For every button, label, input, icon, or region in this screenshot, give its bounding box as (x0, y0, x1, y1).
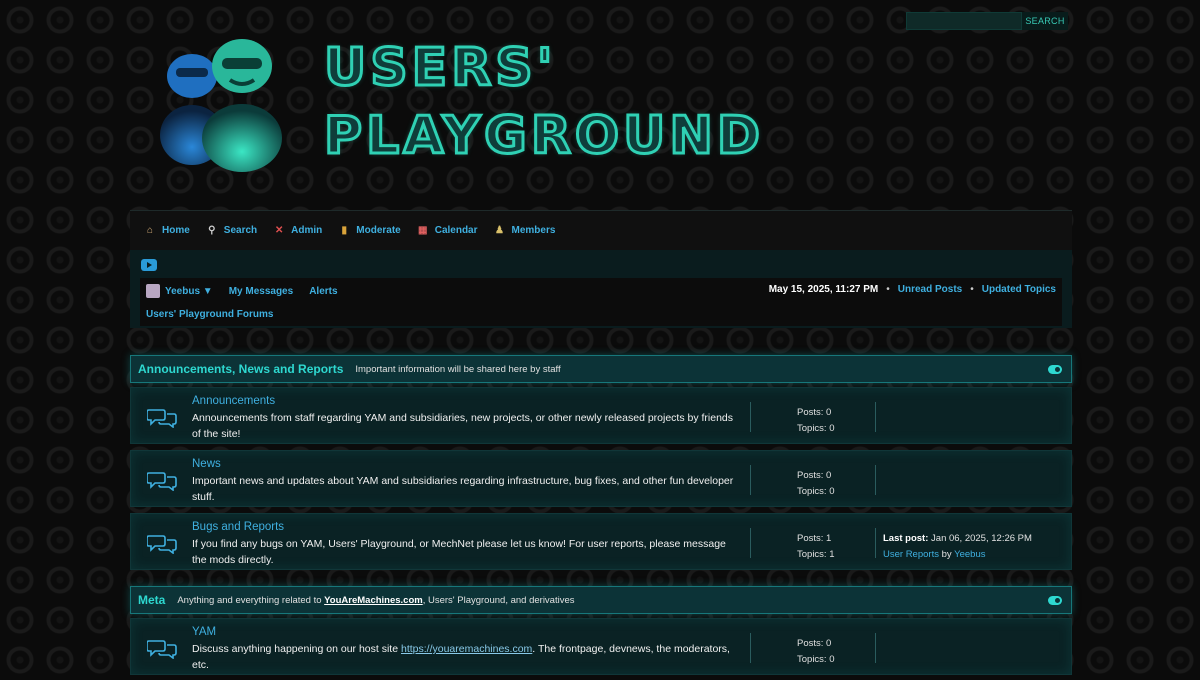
youaremachines-url-link[interactable]: https://youaremachines.com (401, 643, 532, 655)
forum-description: Important news and updates about YAM and… (192, 475, 734, 503)
category-title[interactable]: Announcements, News and Reports (138, 362, 343, 376)
admin-icon: ✕ (274, 224, 284, 236)
collapse-toggle-icon[interactable] (1048, 365, 1062, 374)
topics-count: Topics: 1 (797, 549, 835, 560)
home-icon: ⌂ (146, 224, 154, 236)
forum-stats: Posts: 0 Topics: 0 (797, 468, 835, 500)
topics-count: Topics: 0 (797, 654, 835, 665)
user-menu[interactable]: Yeebus ▼ (165, 286, 213, 297)
forum-stats: Posts: 1 Topics: 1 (797, 531, 835, 563)
last-post-label: Last post: (883, 533, 929, 544)
topics-count: Topics: 0 (797, 486, 835, 497)
my-messages-link[interactable]: My Messages (229, 286, 293, 297)
forum-desc-text: Discuss anything happening on our host s… (192, 643, 399, 655)
separator-dot: • (886, 284, 890, 295)
forum-title[interactable]: YAM (192, 626, 216, 638)
moderate-icon: ▮ (341, 224, 348, 236)
nav-moderate-label: Moderate (356, 225, 401, 236)
nav-admin[interactable]: ✕ Admin (273, 225, 322, 237)
search-button[interactable]: SEARCH (1022, 12, 1068, 30)
forum-row-announcements: Announcements Announcements from staff r… (130, 387, 1072, 444)
forum-row-news: News Important news and updates about YA… (130, 450, 1072, 507)
top-search: SEARCH (906, 12, 1068, 30)
youaremachines-link[interactable]: YouAreMachines.com (324, 595, 423, 606)
forum-title[interactable]: Announcements (192, 395, 275, 407)
forum-title[interactable]: Bugs and Reports (192, 521, 284, 533)
divider (875, 633, 876, 663)
divider (750, 402, 751, 432)
category-description: Anything and everything related to YouAr… (177, 595, 574, 606)
category-title[interactable]: Meta (138, 593, 165, 607)
category-header-announcements: Announcements, News and Reports Importan… (130, 355, 1072, 383)
forum-chat-icon (147, 472, 177, 491)
forum-description: If you find any bugs on YAM, Users' Play… (192, 538, 726, 566)
nav-home-label: Home (162, 225, 190, 236)
updated-topics-link[interactable]: Updated Topics (982, 284, 1056, 295)
logo-line2: PLAYGROUND (322, 105, 765, 168)
divider (750, 465, 751, 495)
forum-chat-icon (147, 535, 177, 554)
members-icon: ♟ (495, 224, 504, 236)
posts-count: Posts: 0 (797, 407, 832, 418)
forum-title[interactable]: News (192, 458, 221, 470)
collapse-toggle-icon[interactable] (1048, 596, 1062, 605)
avatar[interactable] (146, 284, 160, 298)
forum-stats: Posts: 0 Topics: 0 (797, 636, 835, 668)
mascot-logo-icon (160, 39, 282, 172)
nav-calendar[interactable]: ▦ Calendar (417, 225, 478, 237)
nav-search[interactable]: ⚲ Search (206, 225, 257, 237)
last-post-topic-link[interactable]: User Reports (883, 549, 939, 560)
current-datetime: May 15, 2025, 11:27 PM (768, 284, 879, 295)
posts-count: Posts: 0 (797, 470, 832, 481)
user-panel: Yeebus ▼ My Messages Alerts May 15, 2025… (130, 250, 1072, 328)
logo-line1: USERS' (323, 37, 557, 100)
nav-calendar-label: Calendar (434, 225, 478, 236)
category-desc-text: Anything and everything related to (177, 594, 322, 606)
alerts-link[interactable]: Alerts (309, 286, 337, 297)
last-post-info: Last post: Jan 06, 2025, 12:26 PM User R… (883, 531, 1032, 563)
search-icon: ⚲ (208, 224, 216, 236)
divider (750, 633, 751, 663)
topics-count: Topics: 0 (797, 423, 835, 434)
last-post-date: Jan 06, 2025, 12:26 PM (931, 533, 1032, 544)
nav-moderate[interactable]: ▮ Moderate (338, 224, 401, 237)
user-bar: Yeebus ▼ My Messages Alerts May 15, 2025… (140, 278, 1062, 326)
forum-row-yam: YAM Discuss anything happening on our ho… (130, 618, 1072, 675)
calendar-icon: ▦ (417, 224, 428, 236)
last-post-user-link[interactable]: Yeebus (954, 549, 985, 560)
divider (875, 528, 876, 558)
nav-members-label: Members (511, 225, 556, 236)
nav-home[interactable]: ⌂ Home (144, 225, 190, 237)
nav-search-label: Search (223, 225, 258, 236)
unread-posts-link[interactable]: Unread Posts (898, 284, 962, 295)
forum-description: Announcements from staff regarding YAM a… (192, 412, 734, 440)
divider (875, 402, 876, 432)
forum-chat-icon (147, 409, 177, 428)
divider (750, 528, 751, 558)
category-description: Important information will be shared her… (355, 363, 561, 375)
main-nav: ⌂ Home ⚲ Search ✕ Admin ▮ Moderate ▦ Cal… (130, 210, 1072, 250)
forum-chat-icon (147, 640, 177, 659)
nav-admin-label: Admin (291, 225, 323, 236)
forum-stats: Posts: 0 Topics: 0 (797, 405, 835, 437)
forum-row-bugs-and-reports: Bugs and Reports If you find any bugs on… (130, 513, 1072, 570)
category-header-meta: Meta Anything and everything related to … (130, 586, 1072, 614)
breadcrumb[interactable]: Users' Playground Forums (146, 309, 273, 320)
last-post-by: by (941, 549, 952, 560)
nav-members[interactable]: ♟ Members (494, 224, 556, 237)
divider (875, 465, 876, 495)
site-logo[interactable]: USERS' PLAYGROUND (150, 30, 850, 190)
separator-dot: • (970, 284, 974, 295)
category-desc-text: , Users' Playground, and derivatives (422, 594, 575, 606)
forum-description: Discuss anything happening on our host s… (192, 641, 742, 673)
search-input[interactable] (906, 12, 1022, 30)
posts-count: Posts: 0 (797, 638, 832, 649)
youtube-icon[interactable] (141, 259, 157, 271)
posts-count: Posts: 1 (797, 533, 832, 544)
